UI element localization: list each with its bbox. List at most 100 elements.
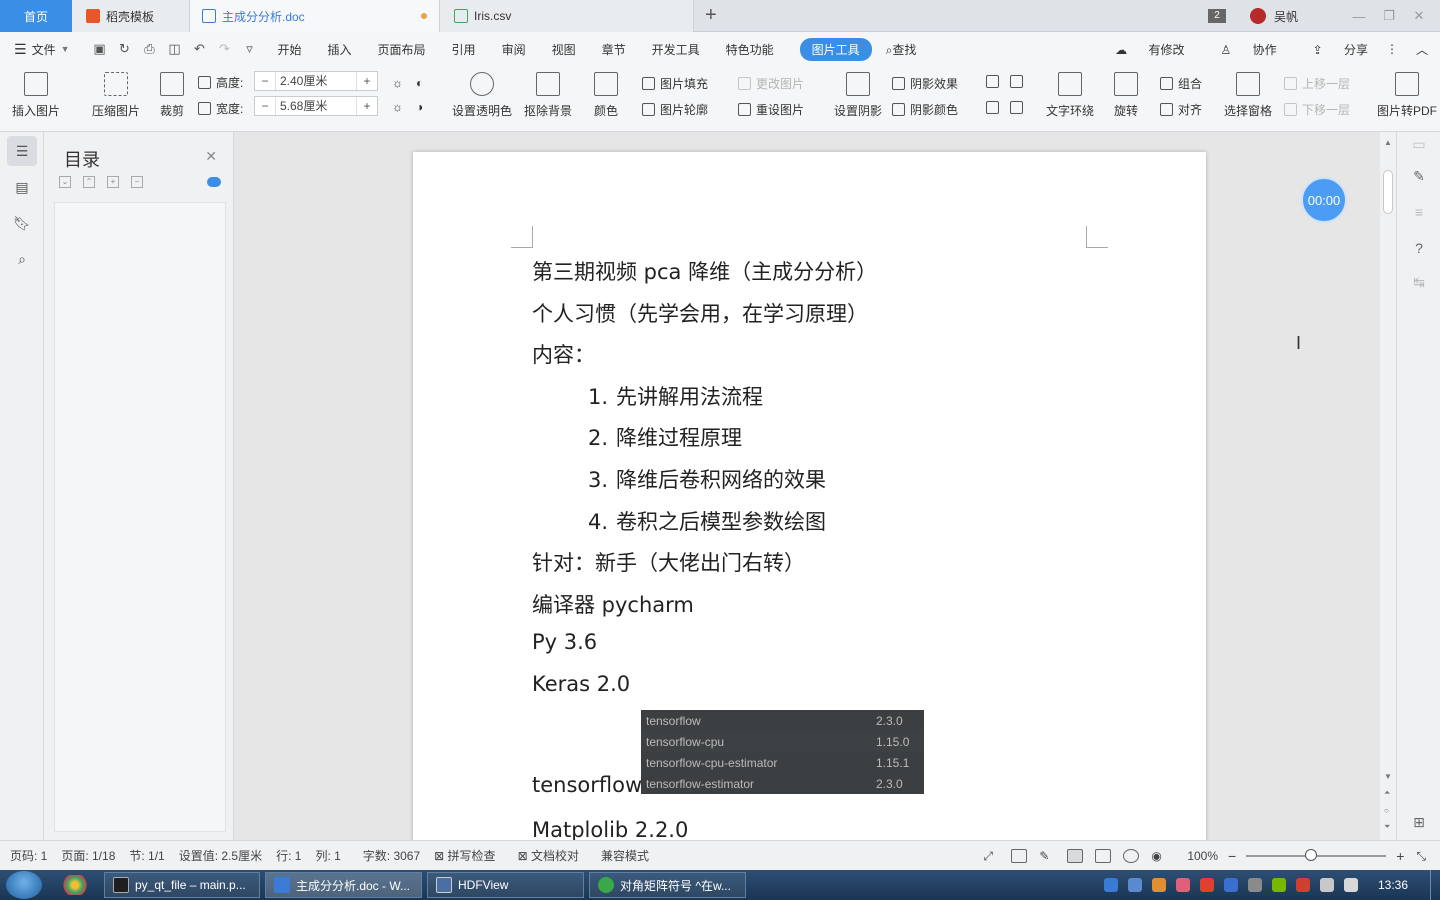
- tray-app-icon[interactable]: [1103, 878, 1118, 892]
- menu-file[interactable]: ☰ 文件 ▼: [14, 41, 70, 58]
- bring-forward-button[interactable]: 上移一层: [1284, 75, 1350, 92]
- tray-app-icon[interactable]: [1151, 878, 1166, 892]
- menu-picture-tools[interactable]: 图片工具: [799, 37, 872, 61]
- brightness-down-icon[interactable]: ☼: [392, 100, 403, 114]
- menu-item[interactable]: 章节: [602, 41, 626, 58]
- menu-item[interactable]: 视图: [552, 41, 576, 58]
- collapse-ribbon-icon[interactable]: ︿: [1416, 41, 1428, 58]
- taskbar-browser[interactable]: 对角矩阵符号 ^在w...: [589, 872, 746, 898]
- status-section[interactable]: 节: 1/1: [129, 847, 164, 864]
- scroll-up-icon[interactable]: ▲: [1384, 138, 1392, 147]
- insert-picture-button[interactable]: 插入图片: [12, 72, 60, 119]
- remove-heading-icon[interactable]: −: [131, 176, 143, 188]
- menu-item[interactable]: 开始: [278, 41, 302, 58]
- avatar[interactable]: [1249, 8, 1266, 24]
- increase-icon[interactable]: +: [357, 99, 377, 113]
- eye-protect-icon[interactable]: ◉: [1151, 849, 1167, 863]
- minimize-icon[interactable]: —: [1344, 9, 1374, 24]
- width-stepper[interactable]: − 5.68厘米 +: [254, 96, 378, 116]
- shadow-settings-button[interactable]: 设置阴影: [834, 72, 882, 119]
- reading-view-icon[interactable]: [1011, 849, 1028, 863]
- next-page-icon[interactable]: ⏷: [1384, 822, 1390, 832]
- zoom-in-icon[interactable]: +: [1396, 848, 1404, 864]
- brightness-up-icon[interactable]: ☼: [392, 76, 403, 90]
- zoom-slider[interactable]: [1246, 849, 1387, 861]
- list-item[interactable]: 1. 先讲解用法流程: [588, 381, 763, 411]
- select-browse-icon[interactable]: ○: [1384, 806, 1389, 815]
- smart-toc-icon[interactable]: [207, 177, 221, 187]
- tab-docer[interactable]: 稻壳模板: [72, 0, 190, 32]
- add-heading-icon[interactable]: +: [107, 176, 119, 188]
- window-count-badge[interactable]: 2: [1207, 9, 1226, 23]
- print-icon[interactable]: ⎙: [142, 41, 158, 57]
- doc-paragraph[interactable]: 第三期视频 pca 降维（主成分分析）: [532, 256, 877, 286]
- user-name[interactable]: 吴帆: [1274, 8, 1298, 25]
- status-page-code[interactable]: 页码: 1: [10, 847, 47, 864]
- status-col[interactable]: 列: 1: [315, 847, 340, 864]
- select-pane-button[interactable]: 选择窗格: [1224, 72, 1272, 119]
- crop-button[interactable]: 裁剪: [160, 72, 184, 119]
- doc-paragraph[interactable]: Py 3.6: [532, 630, 597, 654]
- select-tool-icon[interactable]: ▭: [1409, 134, 1429, 154]
- web-view-icon[interactable]: [1123, 849, 1140, 863]
- outline-view-icon[interactable]: [1095, 849, 1112, 863]
- tab-document[interactable]: 主成分分析.doc: [190, 0, 440, 32]
- proof-button[interactable]: ⊠ 文档校对: [518, 847, 579, 864]
- list-item[interactable]: 3. 降维后卷积网络的效果: [588, 464, 826, 494]
- list-item[interactable]: 2. 降维过程原理: [588, 422, 742, 452]
- document-page[interactable]: 第三期视频 pca 降维（主成分分析） 个人习惯（先学会用，在学习原理） 内容：…: [413, 152, 1206, 840]
- contrast-down-icon[interactable]: ◑: [416, 100, 423, 114]
- align-button[interactable]: 对齐: [1160, 101, 1202, 118]
- rotate-button[interactable]: 旋转: [1114, 72, 1138, 119]
- taskbar-hdfview[interactable]: HDFView: [427, 872, 584, 898]
- export-icon[interactable]: ↻: [117, 41, 133, 57]
- help-icon[interactable]: ?: [1409, 238, 1429, 258]
- tray-app-icon[interactable]: [1199, 878, 1214, 892]
- format-icon[interactable]: ≡: [1409, 202, 1429, 222]
- picture-fill-button[interactable]: 图片填充: [642, 75, 708, 92]
- doc-paragraph[interactable]: 针对：新手（大佬出门右转）: [532, 547, 805, 577]
- taskbar-wps-writer[interactable]: 主成分分析.doc - W...: [265, 872, 422, 898]
- decrease-icon[interactable]: −: [255, 99, 275, 113]
- modified-button[interactable]: ☁ 有修改: [1097, 41, 1184, 58]
- fit-page-icon[interactable]: ⤡: [1416, 849, 1426, 864]
- zoom-knob[interactable]: [1304, 849, 1317, 861]
- reset-picture-button[interactable]: 重设图片: [738, 101, 804, 118]
- recording-timer[interactable]: 00:00: [1301, 177, 1347, 223]
- doc-paragraph[interactable]: Matplolib 2.2.0: [532, 818, 688, 840]
- shadow-down-icon[interactable]: [1010, 101, 1028, 114]
- doc-paragraph[interactable]: 编译器 pycharm: [532, 589, 694, 619]
- picture-outline-button[interactable]: 图片轮廓: [642, 101, 708, 118]
- toc-icon[interactable]: ☰: [7, 136, 37, 166]
- edit-view-icon[interactable]: ✎: [1039, 849, 1055, 863]
- spell-check-button[interactable]: ⊠ 拼写检查: [434, 847, 495, 864]
- status-row[interactable]: 行: 1: [276, 847, 301, 864]
- tray-app-icon[interactable]: [1247, 878, 1262, 892]
- bookmark-icon[interactable]: 🔖︎: [7, 208, 37, 238]
- undo-icon[interactable]: ↶: [192, 41, 208, 57]
- close-icon[interactable]: ✕: [205, 148, 217, 165]
- save-icon[interactable]: ▣: [92, 41, 108, 57]
- menu-item[interactable]: 插入: [328, 41, 352, 58]
- doc-paragraph[interactable]: 个人习惯（先学会用，在学习原理）: [532, 298, 868, 328]
- tray-app-icon[interactable]: [1175, 878, 1190, 892]
- tray-app-icon[interactable]: [1127, 878, 1142, 892]
- scroll-thumb[interactable]: [1383, 170, 1393, 214]
- doc-paragraph[interactable]: 内容：: [532, 339, 595, 369]
- menu-item[interactable]: 页面布局: [378, 41, 426, 58]
- expand-icon[interactable]: ⌄: [59, 176, 71, 188]
- redo-icon[interactable]: ↷: [217, 41, 233, 57]
- shadow-left-icon[interactable]: [986, 75, 1004, 88]
- pinned-app-icon[interactable]: [62, 875, 88, 895]
- nvidia-icon[interactable]: [1271, 878, 1286, 892]
- shadow-right-icon[interactable]: [1010, 75, 1028, 88]
- network-icon[interactable]: [1319, 878, 1334, 892]
- menu-item[interactable]: 审阅: [502, 41, 526, 58]
- collab-button[interactable]: ♙ 协作: [1202, 41, 1276, 58]
- text-wrap-button[interactable]: 文字环绕: [1046, 72, 1094, 119]
- tab-home[interactable]: 首页: [0, 0, 72, 32]
- translate-icon[interactable]: ↹: [1409, 272, 1429, 292]
- list-item[interactable]: 4. 卷积之后模型参数绘图: [588, 506, 826, 536]
- doc-paragraph[interactable]: Keras 2.0: [532, 672, 630, 696]
- prev-page-icon[interactable]: ⏶: [1384, 788, 1390, 798]
